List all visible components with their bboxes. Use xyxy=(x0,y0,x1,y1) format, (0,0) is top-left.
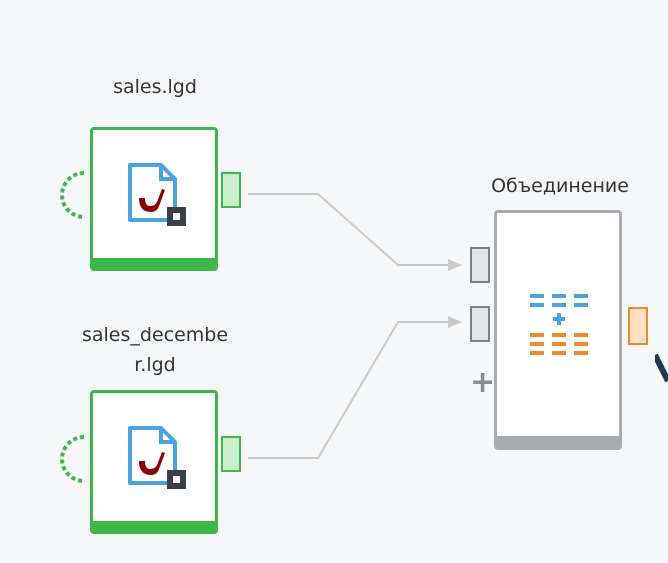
edge-arrowhead xyxy=(448,316,462,328)
node-title-sales: sales.lgd xyxy=(113,76,197,98)
input-port-merge-1[interactable] xyxy=(470,247,490,283)
node-title-sales_december: sales_decembe r.lgd xyxy=(81,324,229,376)
edge-sales_december-to-merge-in2 xyxy=(248,321,450,459)
output-port-merge[interactable] xyxy=(628,307,648,345)
input-port-merge-2[interactable] xyxy=(470,306,490,342)
output-port-sales[interactable] xyxy=(221,172,241,208)
workflow-canvas[interactable]: sales.lgd sales_decembe r.lgd Объединени… xyxy=(0,0,668,563)
pipe-file-icon xyxy=(128,163,186,226)
add-port-button[interactable]: + xyxy=(470,368,495,398)
output-port-sales_december[interactable] xyxy=(221,436,241,472)
partial-edge-shape xyxy=(655,353,668,383)
node-title-merge: Объединение xyxy=(491,175,629,197)
input-port-sales[interactable] xyxy=(58,170,88,220)
input-port-sales_december[interactable] xyxy=(58,434,88,484)
edge-arrowhead xyxy=(448,259,462,271)
reader-node-sales[interactable] xyxy=(90,127,218,271)
pipe-file-icon xyxy=(128,426,186,489)
edge-sales-to-merge-in1 xyxy=(248,193,450,266)
merge-node[interactable] xyxy=(494,210,622,450)
reader-node-sales_december[interactable] xyxy=(90,390,218,534)
union-lines-icon xyxy=(530,294,588,355)
